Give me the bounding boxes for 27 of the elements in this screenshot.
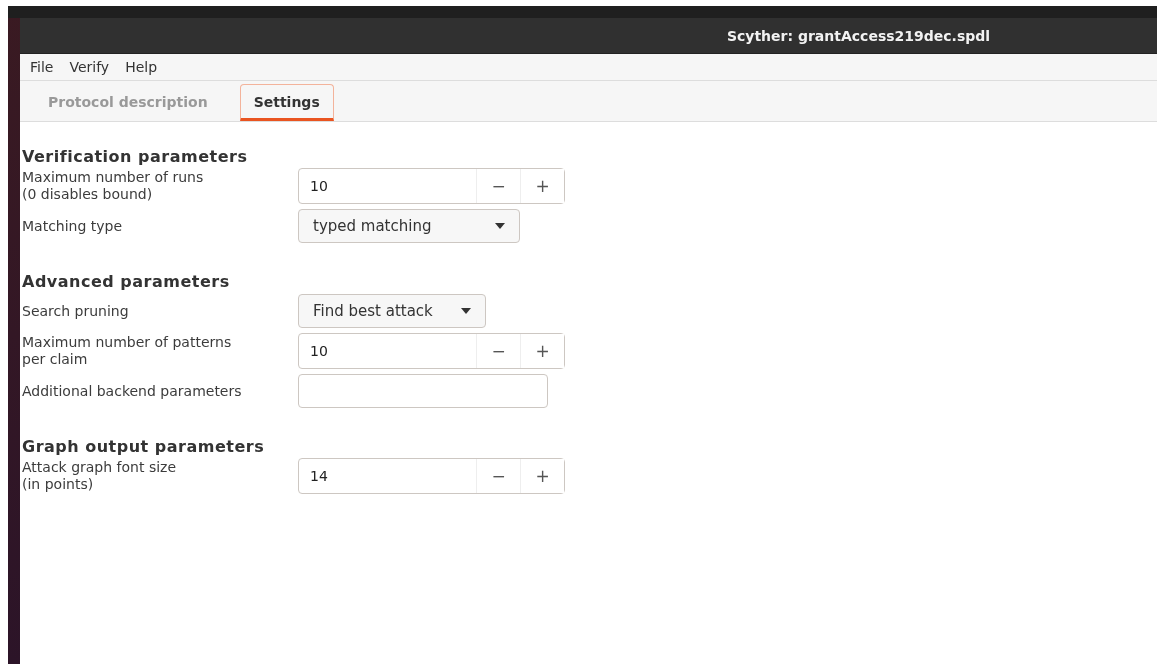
increment-button[interactable]: + xyxy=(520,459,564,493)
increment-button[interactable]: + xyxy=(520,334,564,368)
menu-item[interactable]: Verify xyxy=(63,59,116,75)
menu-item[interactable]: File xyxy=(24,59,60,75)
spin-field[interactable]: 10 − + xyxy=(298,333,565,369)
section-title: Advanced parameters xyxy=(22,272,231,291)
field-label: Attack graph font size (in points) xyxy=(22,459,178,493)
menu-item[interactable]: Help xyxy=(119,59,164,75)
caret-icon xyxy=(461,308,471,314)
field-label: Additional backend parameters xyxy=(22,382,243,400)
spin-value: 10 xyxy=(309,177,329,196)
field-label: Matching type xyxy=(22,217,124,235)
field-label: Search pruning xyxy=(22,302,130,320)
window-title: Scyther: grantAccess219dec.spdl xyxy=(726,27,991,44)
field-label: Maximum number of patterns per claim xyxy=(22,334,233,368)
spin-value: 10 xyxy=(309,342,329,361)
dropdown[interactable]: typed matching xyxy=(298,209,520,243)
spin-field[interactable]: 10 − + xyxy=(298,168,565,204)
input-field[interactable] xyxy=(298,374,548,408)
dropdown[interactable]: Find best attack xyxy=(298,294,486,328)
spin-field[interactable]: 14 − + xyxy=(298,458,565,494)
caret-icon xyxy=(495,223,505,229)
section-title: Verification parameters xyxy=(22,147,249,166)
field-label: Maximum number of runs (0 disables bound) xyxy=(22,169,205,203)
increment-button[interactable]: + xyxy=(520,169,564,203)
spin-value: 14 xyxy=(309,467,329,486)
section-title: Graph output parameters xyxy=(22,437,266,456)
